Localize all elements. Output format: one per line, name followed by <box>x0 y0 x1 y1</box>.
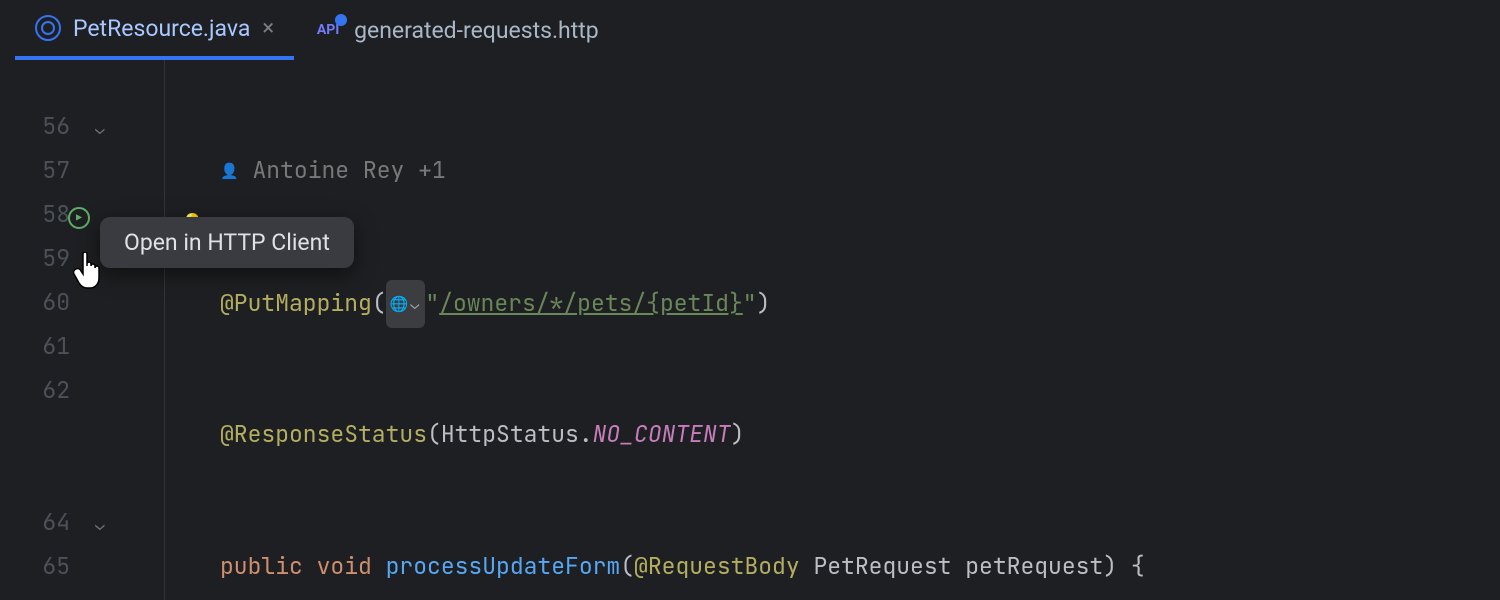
tab-generated-requests[interactable]: API generated-requests.http <box>294 0 619 60</box>
tab-label: generated-requests.http <box>354 17 599 44</box>
code-line: @PutMapping(🌐⌄"/owners/*/pets/{petId}") <box>220 280 1500 324</box>
fold-gutter: ⌄ ⌄ <box>95 60 165 600</box>
author-inlay[interactable]: 👤 Antoine Rey +1 <box>220 155 446 185</box>
icon-gutter: 💡 <box>165 60 220 600</box>
java-class-icon <box>35 15 61 41</box>
run-gutter[interactable]: ▶ <box>68 191 90 235</box>
url-globe-icon[interactable]: 🌐⌄ <box>386 280 426 328</box>
code-line: @ResponseStatus(HttpStatus.NO_CONTENT) <box>220 412 1500 456</box>
tab-label: PetResource.java <box>73 15 250 42</box>
code-line: public void processUpdateForm(@RequestBo… <box>220 544 1500 588</box>
tab-petresource[interactable]: PetResource.java × <box>15 0 294 60</box>
code-area[interactable]: 👤 Antoine Rey +1 @PutMapping(🌐⌄"/owners/… <box>220 60 1500 600</box>
api-icon: API <box>314 19 342 41</box>
http-run-icon[interactable]: ▶ <box>68 207 90 229</box>
line-number-gutter: 56 57 58 59 60 61 62 64 65 <box>0 60 95 600</box>
fold-chevron-icon[interactable]: ⌄ <box>95 503 105 547</box>
close-icon[interactable]: × <box>262 16 274 41</box>
code-editor[interactable]: 56 57 58 59 60 61 62 64 65 ⌄ ⌄ 💡 <box>0 60 1500 600</box>
fold-chevron-icon[interactable]: ⌄ <box>95 107 105 151</box>
open-http-client-tooltip[interactable]: Open in HTTP Client <box>100 217 354 268</box>
editor-tabs: PetResource.java × API generated-request… <box>0 0 1500 60</box>
